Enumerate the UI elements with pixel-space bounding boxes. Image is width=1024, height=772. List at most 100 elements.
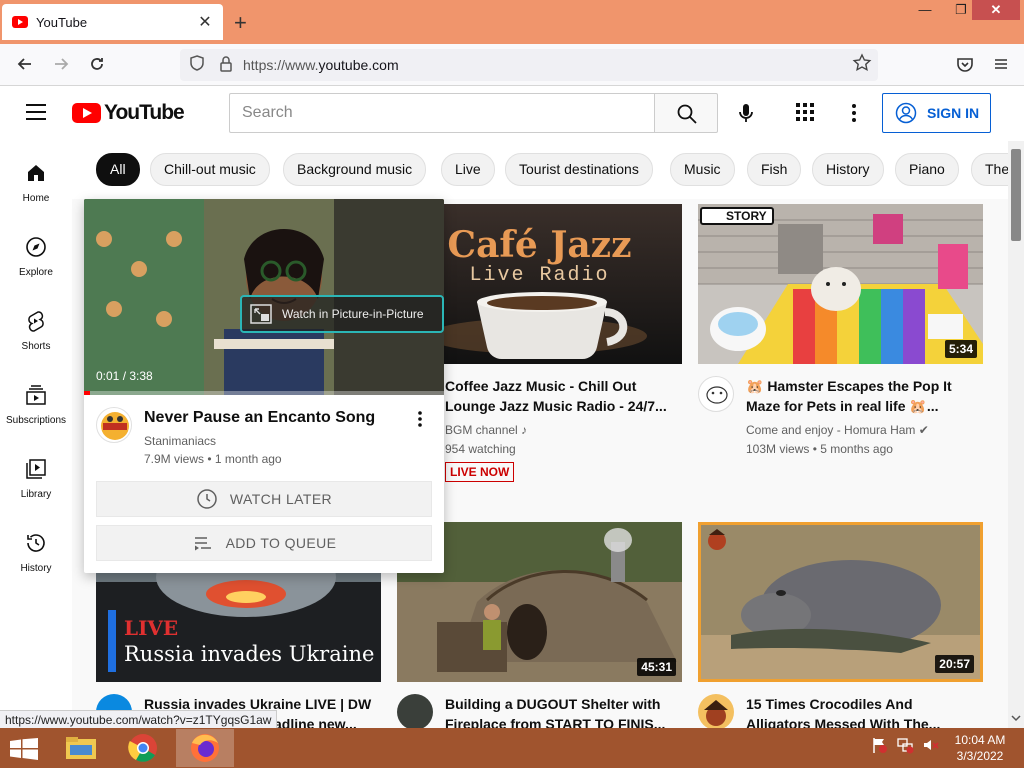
page-scrollbar[interactable] (1008, 141, 1024, 728)
watch-later-button[interactable]: WATCH LATER (96, 481, 432, 517)
video-title[interactable]: Building a DUGOUT Shelter with Fireplace … (445, 694, 675, 728)
video-title[interactable]: Coffee Jazz Music - Chill Out Lounge Jazz… (445, 376, 675, 416)
search-input[interactable] (229, 93, 655, 133)
network-icon[interactable] (896, 736, 914, 754)
video-meta: 103M views • 5 months ago (746, 442, 893, 456)
more-actions-icon[interactable] (410, 409, 430, 429)
news-accent-bar (108, 610, 116, 672)
headline-overlay-text: Russia invades Ukraine (124, 642, 375, 666)
hamster-logo-icon (706, 386, 728, 404)
channel-name[interactable]: BGM channel ♪ (445, 421, 527, 439)
video-duration: 5:34 (944, 340, 977, 358)
volume-muted-icon[interactable] (922, 736, 940, 754)
lock-icon[interactable] (218, 55, 234, 73)
video-thumbnail-hamster[interactable]: STORY 5:34 (698, 204, 983, 364)
chip-piano[interactable]: Piano (895, 153, 959, 186)
search-icon (677, 104, 697, 124)
sidebar-item-subscriptions[interactable]: Subscriptions (0, 363, 72, 437)
mini-guide-sidebar: Home Explore Shorts Subscriptions Librar… (0, 141, 72, 728)
pocket-icon[interactable] (954, 54, 976, 74)
pirate-avatar-icon (704, 700, 728, 726)
preview-progress-bar[interactable] (84, 391, 444, 395)
video-meta: 954 watching (445, 442, 516, 456)
microphone-icon[interactable] (734, 101, 758, 125)
sign-in-button[interactable]: SIGN IN (882, 93, 991, 133)
chip-tourist-destinations[interactable]: Tourist destinations (505, 153, 653, 186)
chip-history[interactable]: History (812, 153, 884, 186)
chip-fish[interactable]: Fish (747, 153, 802, 186)
sidebar-item-explore[interactable]: Explore (0, 215, 72, 289)
taskbar-file-explorer[interactable] (52, 729, 110, 767)
preview-time: 0:01 / 3:38 (96, 369, 153, 383)
channel-avatar[interactable] (397, 694, 433, 728)
stanimaniacs-logo-icon (101, 412, 129, 440)
video-hover-preview-card[interactable]: 0:01 / 3:38 Never Pause an Encanto Song … (84, 199, 444, 573)
search-button[interactable] (654, 93, 718, 133)
compass-icon (26, 237, 46, 257)
video-thumbnail-crocodiles[interactable]: 20:57 (698, 522, 983, 682)
action-center-flag-icon[interactable] (870, 736, 888, 754)
story-badge: STORY (700, 207, 774, 225)
add-to-queue-button[interactable]: ADD TO QUEUE (96, 525, 432, 561)
chip-background-music[interactable]: Background music (283, 153, 427, 186)
url-bar[interactable]: https://www.youtube.com (180, 49, 878, 81)
windows-start-icon[interactable] (10, 738, 38, 760)
channel-name[interactable]: Come and enjoy - Homura Ham ✔ (746, 421, 929, 439)
preview-video-title[interactable]: Never Pause an Encanto Song (144, 409, 375, 427)
channel-avatar[interactable] (698, 376, 734, 412)
account-icon (895, 102, 917, 124)
chip-the[interactable]: The (971, 153, 1008, 186)
scroll-down-arrow-icon[interactable] (1008, 711, 1024, 725)
taskbar-clock[interactable]: 10:04 AM 3/3/2022 (946, 732, 1014, 764)
window-minimize-button[interactable]: — (910, 0, 940, 20)
clock-icon (197, 489, 217, 509)
video-title[interactable]: 15 Times Crocodiles And Alligators Messed… (746, 694, 976, 728)
live-now-badge: LIVE NOW (445, 462, 515, 482)
subscriptions-icon (26, 385, 46, 405)
preview-channel-name[interactable]: Stanimaniacs (144, 434, 216, 448)
bookmark-star-icon[interactable] (852, 53, 872, 73)
hamster-maze-image (698, 204, 983, 364)
reload-icon[interactable] (86, 54, 108, 74)
chip-live[interactable]: Live (441, 153, 495, 186)
scrollbar-thumb[interactable] (1011, 149, 1021, 241)
forward-arrow-icon[interactable] (50, 54, 72, 74)
sidebar-item-shorts[interactable]: Shorts (0, 289, 72, 363)
live-overlay-text: LIVE (124, 616, 179, 640)
pip-icon (250, 304, 272, 324)
picture-in-picture-button[interactable]: Watch in Picture-in-Picture (240, 295, 444, 333)
channel-avatar[interactable] (96, 407, 132, 443)
chip-music[interactable]: Music (670, 153, 735, 186)
chrome-icon (128, 734, 157, 762)
sidebar-item-library[interactable]: Library (0, 437, 72, 511)
tab-close-icon[interactable]: ✕ (197, 12, 213, 32)
sidebar-item-history[interactable]: History (0, 511, 72, 585)
youtube-favicon-icon (12, 16, 28, 28)
settings-more-icon[interactable] (844, 102, 864, 124)
sidebar-item-home[interactable]: Home (0, 141, 72, 215)
chip-all[interactable]: All (96, 153, 140, 186)
youtube-play-icon (72, 103, 101, 123)
back-arrow-icon[interactable] (14, 54, 36, 74)
shorts-icon (28, 311, 44, 332)
video-duration: 45:31 (637, 658, 676, 676)
video-title[interactable]: 🐹 Hamster Escapes the Pop It Maze for Pet… (746, 376, 976, 416)
windows-taskbar: 10:04 AM 3/3/2022 (0, 728, 1024, 768)
taskbar-chrome[interactable] (114, 729, 172, 767)
video-duration: 20:57 (935, 655, 974, 673)
system-tray (870, 736, 940, 754)
youtube-logo[interactable]: YouTube (72, 101, 185, 125)
apps-grid-icon[interactable] (796, 103, 814, 121)
channel-avatar[interactable] (698, 694, 734, 728)
hamburger-menu-icon[interactable] (990, 54, 1012, 74)
tracking-shield-icon[interactable] (188, 54, 206, 72)
folder-icon (66, 737, 96, 759)
window-close-button[interactable]: ✕ (972, 0, 1020, 20)
browser-tab-youtube[interactable]: YouTube ✕ (2, 4, 223, 40)
channel-watermark-icon (708, 529, 726, 550)
url-text: https://www.youtube.com (243, 57, 399, 73)
chip-chill-out-music[interactable]: Chill-out music (150, 153, 270, 186)
new-tab-button[interactable]: + (234, 10, 247, 36)
guide-menu-icon[interactable] (26, 104, 46, 120)
taskbar-firefox[interactable] (176, 729, 234, 767)
